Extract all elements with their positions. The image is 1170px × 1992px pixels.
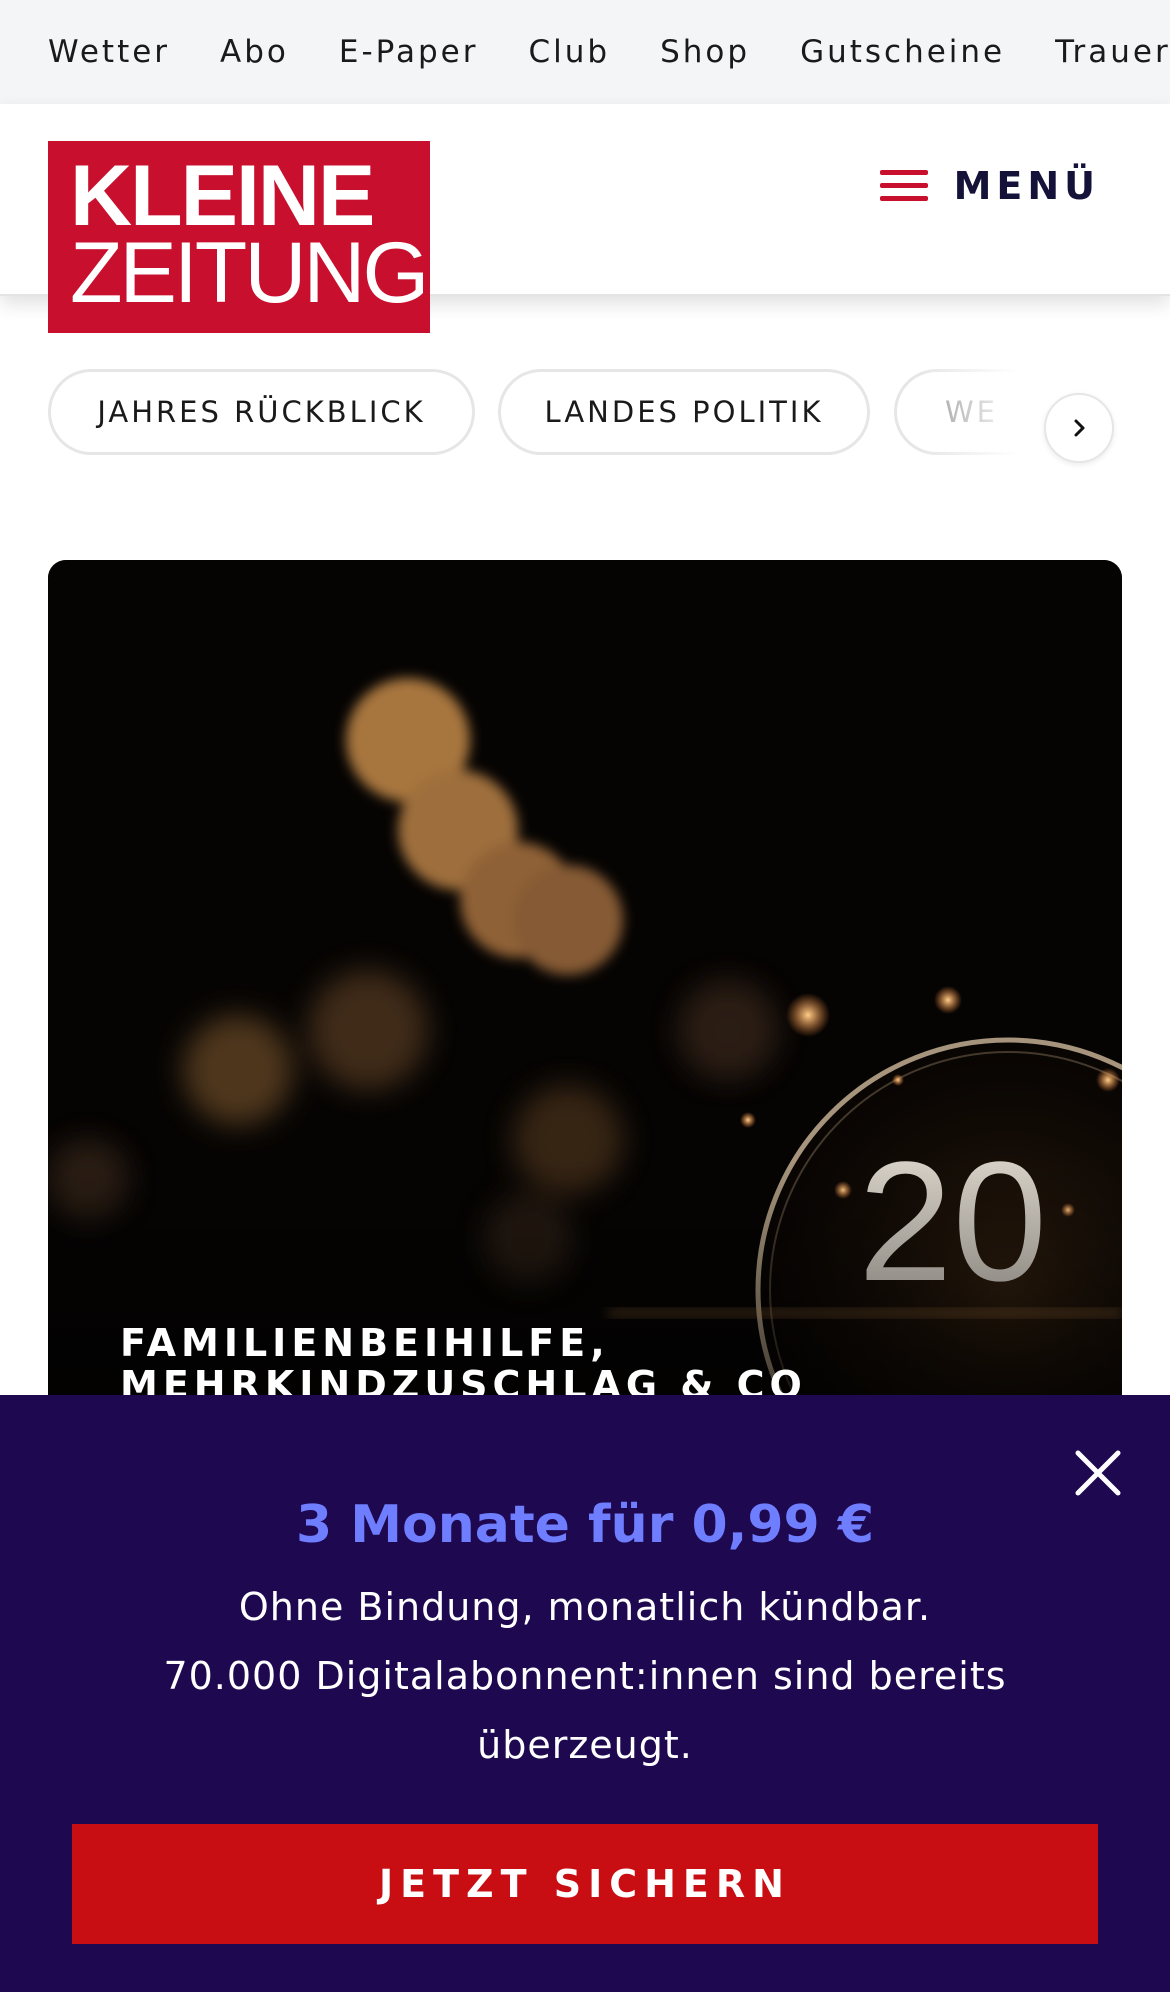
menu-label: MENÜ xyxy=(953,164,1100,208)
chip-jahresrueckblick[interactable]: JAHRES RÜCKBLICK xyxy=(48,369,475,455)
hero-article-card[interactable]: 20 FAMILIENBEIHILFE, MEHRKINDZUSCHLAG & … xyxy=(48,560,1122,1460)
close-icon xyxy=(1075,1450,1121,1496)
chip-landespolitik[interactable]: LANDES POLITIK xyxy=(498,369,870,455)
topnav-item-shop[interactable]: Shop xyxy=(660,34,750,70)
site-logo[interactable]: KLEINE ZEITUNG xyxy=(48,141,430,333)
topnav-item-wetter[interactable]: Wetter xyxy=(48,34,170,70)
topnav-item-epaper[interactable]: E-Paper xyxy=(339,34,479,70)
topnav-item-trauerportal[interactable]: Trauerportal xyxy=(1055,34,1170,70)
promo-close-button[interactable] xyxy=(1070,1445,1126,1501)
chevron-right-icon xyxy=(1074,419,1085,437)
chip-scroll-right-button[interactable] xyxy=(1044,393,1114,463)
chip-scroll-fade xyxy=(920,354,1170,474)
site-header: KLEINE ZEITUNG MENÜ xyxy=(0,104,1170,333)
promo-cta-button[interactable]: JETZT SICHERN xyxy=(72,1824,1098,1944)
top-utility-bar: Wetter Abo E-Paper Club Shop Gutscheine … xyxy=(0,0,1170,104)
promo-description: Ohne Bindung, monatlich kündbar. 70.000 … xyxy=(140,1573,1030,1780)
promo-headline: 3 Monate für 0,99 € xyxy=(295,1495,875,1555)
topnav-item-club[interactable]: Club xyxy=(528,34,610,70)
top-utility-nav: Wetter Abo E-Paper Club Shop Gutscheine … xyxy=(48,0,1170,104)
hamburger-icon xyxy=(879,168,928,204)
promo-line-1: Ohne Bindung, monatlich kündbar. xyxy=(238,1585,932,1629)
hero-article-title[interactable]: FAMILIENBEIHILFE, MEHRKINDZUSCHLAG & CO xyxy=(120,1322,1080,1406)
subscription-promo-overlay: 3 Monate für 0,99 € Ohne Bindung, monatl… xyxy=(0,1395,1170,1992)
logo-line-2: ZEITUNG xyxy=(70,225,429,321)
topnav-item-gutscheine[interactable]: Gutscheine xyxy=(800,34,1005,70)
promo-line-2: 70.000 Digitalabonnent:innen sind bereit… xyxy=(163,1654,1007,1767)
topnav-item-abo[interactable]: Abo xyxy=(220,34,289,70)
menu-button[interactable]: MENÜ xyxy=(879,164,1100,208)
logo-line-1: KLEINE xyxy=(70,148,375,244)
